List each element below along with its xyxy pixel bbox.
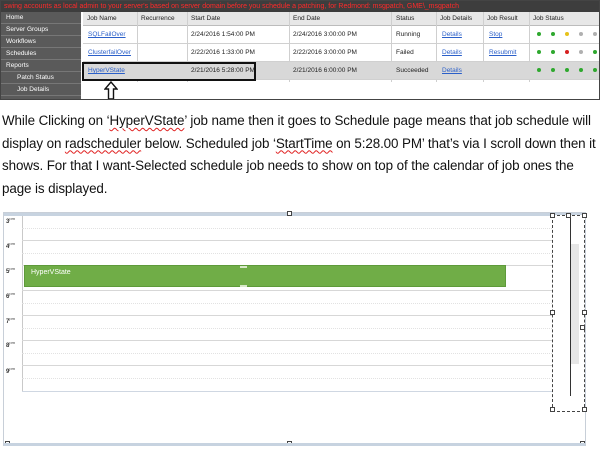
- status-dot-icon: [537, 50, 541, 54]
- status-dot-icon: [537, 32, 541, 36]
- time-label: 3pm: [6, 216, 15, 225]
- status-dot-icon: [593, 50, 597, 54]
- col-header-status[interactable]: Status: [396, 12, 414, 25]
- col-header-recurrence[interactable]: Recurrence: [141, 12, 175, 25]
- description-paragraph: While Clicking on ‘HyperVState’ job name…: [2, 110, 600, 200]
- sidebar-item-server-groups[interactable]: Server Groups: [1, 24, 81, 36]
- time-label: 8pm: [6, 340, 15, 349]
- job-name-link[interactable]: ClusterfailOver: [88, 44, 131, 61]
- col-header-job-status[interactable]: Job Status: [533, 12, 564, 25]
- selection-handle: [550, 407, 555, 412]
- selection-handle: [582, 213, 587, 218]
- details-link[interactable]: Details: [442, 26, 462, 43]
- para-text-spellcheck: radscheduler: [64, 135, 142, 151]
- status-dot-icon: [593, 68, 597, 72]
- selection-handle: [550, 213, 555, 218]
- end-date-cell: 2/21/2016 6:00:00 PM: [293, 67, 357, 74]
- resubmit-link[interactable]: Resubmit: [489, 44, 516, 61]
- time-label: 6pm: [6, 291, 15, 300]
- status-dot-icon: [579, 32, 583, 36]
- time-label: 4pm: [6, 241, 15, 250]
- para-text: While Clicking on ‘: [2, 113, 110, 128]
- selection-handle: [287, 211, 292, 216]
- time-label: 5pm: [6, 266, 15, 275]
- job-grid-screenshot: swing accounts as local admin to your se…: [0, 0, 600, 100]
- para-text-spellcheck: StartTime: [275, 135, 333, 151]
- resize-handle-top[interactable]: [240, 266, 247, 268]
- up-arrow-icon: [104, 81, 118, 99]
- status-dot-icon: [537, 68, 541, 72]
- para-text: below. Scheduled job ‘: [141, 135, 276, 151]
- selection-handle: [582, 310, 587, 315]
- status-dot-icon: [565, 50, 569, 54]
- table-row[interactable]: SQLFailOver 2/24/2016 1:54:00 PM 2/24/20…: [83, 26, 599, 44]
- sidebar-item-reports[interactable]: Reports: [1, 60, 81, 72]
- table-header: Job Name Recurrence Start Date End Date …: [83, 12, 599, 26]
- details-link[interactable]: Details: [442, 62, 462, 79]
- jobs-table: Job Name Recurrence Start Date End Date …: [83, 12, 599, 99]
- time-label: 9pm: [6, 366, 15, 375]
- scheduler-screenshot: 3pm 4pm 5pm 6pm 7pm 8pm 9pm HyperVState: [3, 211, 587, 446]
- selection-handle: [550, 310, 555, 315]
- job-name-link[interactable]: SQLFailOver: [88, 26, 126, 43]
- details-link[interactable]: Details: [442, 44, 462, 61]
- sidebar-item-job-details[interactable]: Job Details: [1, 84, 81, 96]
- scrollbar-track[interactable]: [571, 244, 579, 364]
- scheduler-top-bar: [4, 213, 585, 216]
- warning-banner: swing accounts as local admin to your se…: [1, 1, 599, 12]
- vertical-scrollbar[interactable]: [552, 215, 585, 412]
- sidebar-item-schedules[interactable]: Schedules: [1, 48, 81, 60]
- status-cell: Running: [396, 31, 421, 38]
- status-dot-icon: [565, 32, 569, 36]
- col-header-job-details[interactable]: Job Details: [440, 12, 472, 25]
- selection-handle: [582, 407, 587, 412]
- highlight-box: [82, 62, 256, 81]
- end-date-cell: 2/24/2016 3:00:00 PM: [293, 31, 357, 38]
- status-dot-icon: [593, 32, 597, 36]
- scheduler-lower-area: [22, 391, 552, 410]
- col-header-end-date[interactable]: End Date: [293, 12, 320, 25]
- selection-handle: [580, 325, 585, 330]
- start-date-cell: 2/22/2016 1:33:00 PM: [191, 49, 255, 56]
- resize-handle-bottom[interactable]: [240, 285, 247, 287]
- start-date-cell: 2/24/2016 1:54:00 PM: [191, 31, 255, 38]
- status-dot-icon: [565, 68, 569, 72]
- status-dot-icon: [551, 50, 555, 54]
- sidebar-item-patch-status[interactable]: Patch Status: [1, 72, 81, 84]
- status-dot-icon: [579, 50, 583, 54]
- end-date-cell: 2/22/2016 3:00:00 PM: [293, 49, 357, 56]
- status-dot-icon: [551, 68, 555, 72]
- stop-link[interactable]: Stop: [489, 26, 502, 43]
- status-dot-icon: [579, 68, 583, 72]
- appointment-hypervstate[interactable]: HyperVState: [24, 265, 506, 287]
- sidebar-item-workflows[interactable]: Workflows: [1, 36, 81, 48]
- status-cell: Succeeded: [396, 67, 429, 74]
- selection-handle: [566, 213, 571, 218]
- time-label: 7pm: [6, 316, 15, 325]
- appointment-title: HyperVState: [31, 269, 71, 276]
- time-column: 3pm 4pm 5pm 6pm 7pm 8pm 9pm: [4, 216, 23, 391]
- col-header-job-name[interactable]: Job Name: [87, 12, 117, 25]
- sidebar: Home Server Groups Workflows Schedules R…: [1, 12, 81, 99]
- table-row[interactable]: ClusterfailOver 2/22/2016 1:33:00 PM 2/2…: [83, 44, 599, 62]
- status-dot-icon: [551, 32, 555, 36]
- col-header-start-date[interactable]: Start Date: [191, 12, 220, 25]
- col-header-job-result[interactable]: Job Result: [487, 12, 518, 25]
- sidebar-item-home[interactable]: Home: [1, 12, 81, 24]
- status-cell: Failed: [396, 49, 414, 56]
- para-text-spellcheck: HyperVState: [109, 113, 185, 128]
- scheduler-bottom-bar: [4, 443, 585, 446]
